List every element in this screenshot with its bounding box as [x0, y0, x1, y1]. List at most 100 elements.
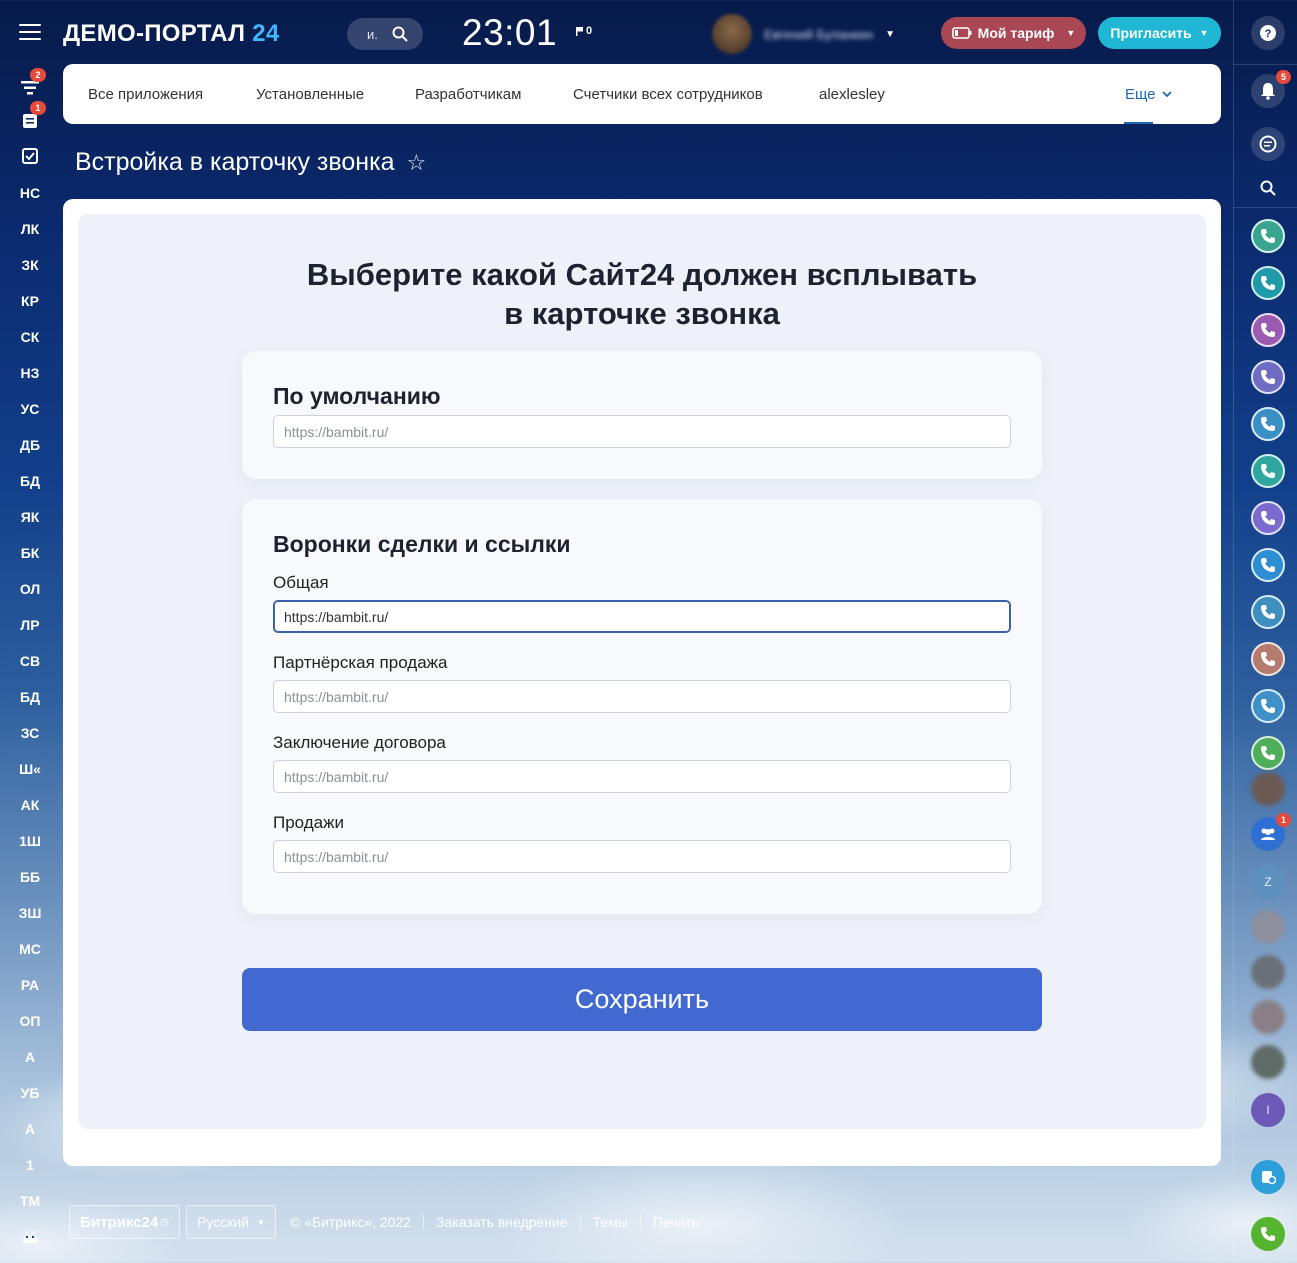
notifications-icon[interactable]: 5	[1251, 70, 1291, 108]
sidebar-item-15[interactable]: ЗС	[0, 725, 60, 741]
footer-link-print[interactable]: Печать	[639, 1214, 711, 1230]
sidebar-item-16[interactable]: Ш«	[0, 761, 60, 777]
user-menu[interactable]: Евгений Буланкин ▼	[712, 14, 895, 54]
sidebar-item-23[interactable]: ОП	[0, 1013, 60, 1029]
funnels-section-title: Воронки сделки и ссылки	[273, 531, 571, 557]
sidebar-item-5[interactable]: НЗ	[0, 365, 60, 381]
default-url-input[interactable]	[273, 415, 1011, 448]
hamburger-menu-icon[interactable]	[19, 24, 41, 42]
sidebar-item-1[interactable]: ЛК	[0, 221, 60, 237]
phone-contact-icon[interactable]	[1251, 454, 1285, 488]
contact-avatar[interactable]	[1251, 1000, 1285, 1034]
sidebar-item-24[interactable]: А	[0, 1049, 60, 1065]
save-button[interactable]: Сохранить	[242, 968, 1042, 1031]
group-chat-badge: 1	[1276, 813, 1291, 827]
sidebar-item-22[interactable]: РА	[0, 977, 60, 993]
content-card: Выберите какой Сайт24 должен всплывать в…	[63, 199, 1221, 1166]
more-label: Еще	[1125, 86, 1156, 103]
sidebar-item-9[interactable]: ЯК	[0, 509, 60, 525]
invite-label: Пригласить	[1110, 25, 1192, 41]
call-button-icon[interactable]	[1251, 1217, 1285, 1251]
contact-avatar[interactable]	[1251, 772, 1285, 806]
footer-link-order[interactable]: Заказать внедрение	[423, 1214, 580, 1230]
phone-contact-icon[interactable]	[1251, 595, 1285, 629]
header-search[interactable]: и.	[347, 18, 423, 50]
tab-more[interactable]: Еще	[1125, 86, 1172, 103]
phone-contact-icon[interactable]	[1251, 407, 1285, 441]
sidebar-item-3[interactable]: КР	[0, 293, 60, 309]
chevron-down-icon	[1161, 91, 1172, 98]
funnel-label-sales: Продажи	[273, 813, 344, 832]
phone-contact-icon[interactable]	[1251, 736, 1285, 770]
tab-all-apps[interactable]: Все приложения	[88, 86, 203, 103]
sidebar-item-2[interactable]: ЗК	[0, 257, 60, 273]
messenger-icon[interactable]	[1251, 127, 1285, 161]
contact-avatar[interactable]	[1251, 910, 1285, 944]
help-icon[interactable]: ?	[1251, 16, 1285, 50]
sidebar-item-28[interactable]: ТМ	[0, 1193, 60, 1209]
sidebar-item-20[interactable]: ЗШ	[0, 905, 60, 921]
invite-button[interactable]: Пригласить ▼	[1098, 17, 1221, 49]
group-chat-icon[interactable]: 1	[1251, 813, 1291, 851]
copyright-text: © «Битрикс», 2022	[290, 1214, 412, 1230]
funnel-url-input-contract[interactable]	[273, 760, 1011, 793]
language-select[interactable]: Русский ▼	[186, 1205, 276, 1239]
sidebar-item-0[interactable]: НС	[0, 185, 60, 201]
sidebar-item-27[interactable]: 1	[0, 1157, 60, 1173]
open-lines-icon[interactable]	[1251, 1160, 1285, 1194]
phone-contact-icon[interactable]	[1251, 548, 1285, 582]
phone-contact-icon[interactable]	[1251, 266, 1285, 300]
tab-alexlesley[interactable]: alexlesley	[819, 86, 885, 103]
sidebar-item-7[interactable]: ДБ	[0, 437, 60, 453]
bitrix24-brand-button[interactable]: Битрикс24 ◷	[69, 1205, 180, 1239]
default-section-title: По умолчанию	[273, 383, 441, 409]
sidebar-item-19[interactable]: ББ	[0, 869, 60, 885]
phone-contact-icon[interactable]	[1251, 501, 1285, 535]
search-icon[interactable]	[1251, 171, 1285, 205]
sidebar-item-12[interactable]: ЛР	[0, 617, 60, 633]
tab-employee-counters[interactable]: Счетчики всех сотрудников	[573, 86, 763, 103]
portal-logo[interactable]: ДЕМО-ПОРТАЛ 24	[63, 20, 280, 48]
sidebar-item-11[interactable]: ОЛ	[0, 581, 60, 597]
logo-number: 24	[252, 20, 280, 47]
my-tariff-button[interactable]: Мой тариф ▼	[941, 17, 1086, 49]
contact-avatar-z[interactable]: Z	[1251, 865, 1285, 899]
sidebar-item-6[interactable]: УС	[0, 401, 60, 417]
active-tab-underline	[1124, 122, 1153, 124]
phone-contact-icon[interactable]	[1251, 219, 1285, 253]
phone-contact-icon[interactable]	[1251, 642, 1285, 676]
sidebar-item-14[interactable]: БД	[0, 689, 60, 705]
flag-counter[interactable]: 0	[576, 25, 592, 37]
sidebar-item-4[interactable]: СК	[0, 329, 60, 345]
funnel-label-contract: Заключение договора	[273, 733, 446, 752]
contact-avatar-i[interactable]: I	[1251, 1093, 1285, 1127]
android-icon[interactable]	[14, 1222, 46, 1250]
clock-icon: ◷	[160, 1216, 169, 1228]
tab-developers[interactable]: Разработчикам	[415, 86, 521, 103]
funnel-url-input-general[interactable]	[273, 600, 1011, 633]
sidebar-item-25[interactable]: УБ	[0, 1085, 60, 1101]
sidebar-item-26[interactable]: А	[0, 1121, 60, 1137]
funnel-url-input-sales[interactable]	[273, 840, 1011, 873]
sidebar-item-17[interactable]: АК	[0, 797, 60, 813]
star-icon[interactable]: ☆	[406, 150, 426, 176]
tasks-icon[interactable]: 1	[14, 101, 46, 135]
sidebar-item-13[interactable]: СВ	[0, 653, 60, 669]
header-clock[interactable]: 23:01	[462, 12, 557, 54]
contact-avatar[interactable]	[1251, 955, 1285, 989]
footer-link-themes[interactable]: Темы	[579, 1214, 640, 1230]
sidebar-item-10[interactable]: БК	[0, 545, 60, 561]
sidebar-item-21[interactable]: МС	[0, 941, 60, 957]
funnel-url-input-partner[interactable]	[273, 680, 1011, 713]
sidebar-item-18[interactable]: 1Ш	[0, 833, 60, 849]
search-icon	[392, 26, 408, 42]
phone-contact-icon[interactable]	[1251, 360, 1285, 394]
checklist-icon[interactable]	[14, 142, 46, 170]
feed-filter-icon[interactable]: 2	[14, 68, 46, 102]
sidebar-item-8[interactable]: БД	[0, 473, 60, 489]
contact-avatar[interactable]	[1251, 1045, 1285, 1079]
tab-installed[interactable]: Установленные	[256, 86, 364, 103]
caret-down-icon: ▼	[1199, 28, 1209, 38]
phone-contact-icon[interactable]	[1251, 689, 1285, 723]
phone-contact-icon[interactable]	[1251, 313, 1285, 347]
